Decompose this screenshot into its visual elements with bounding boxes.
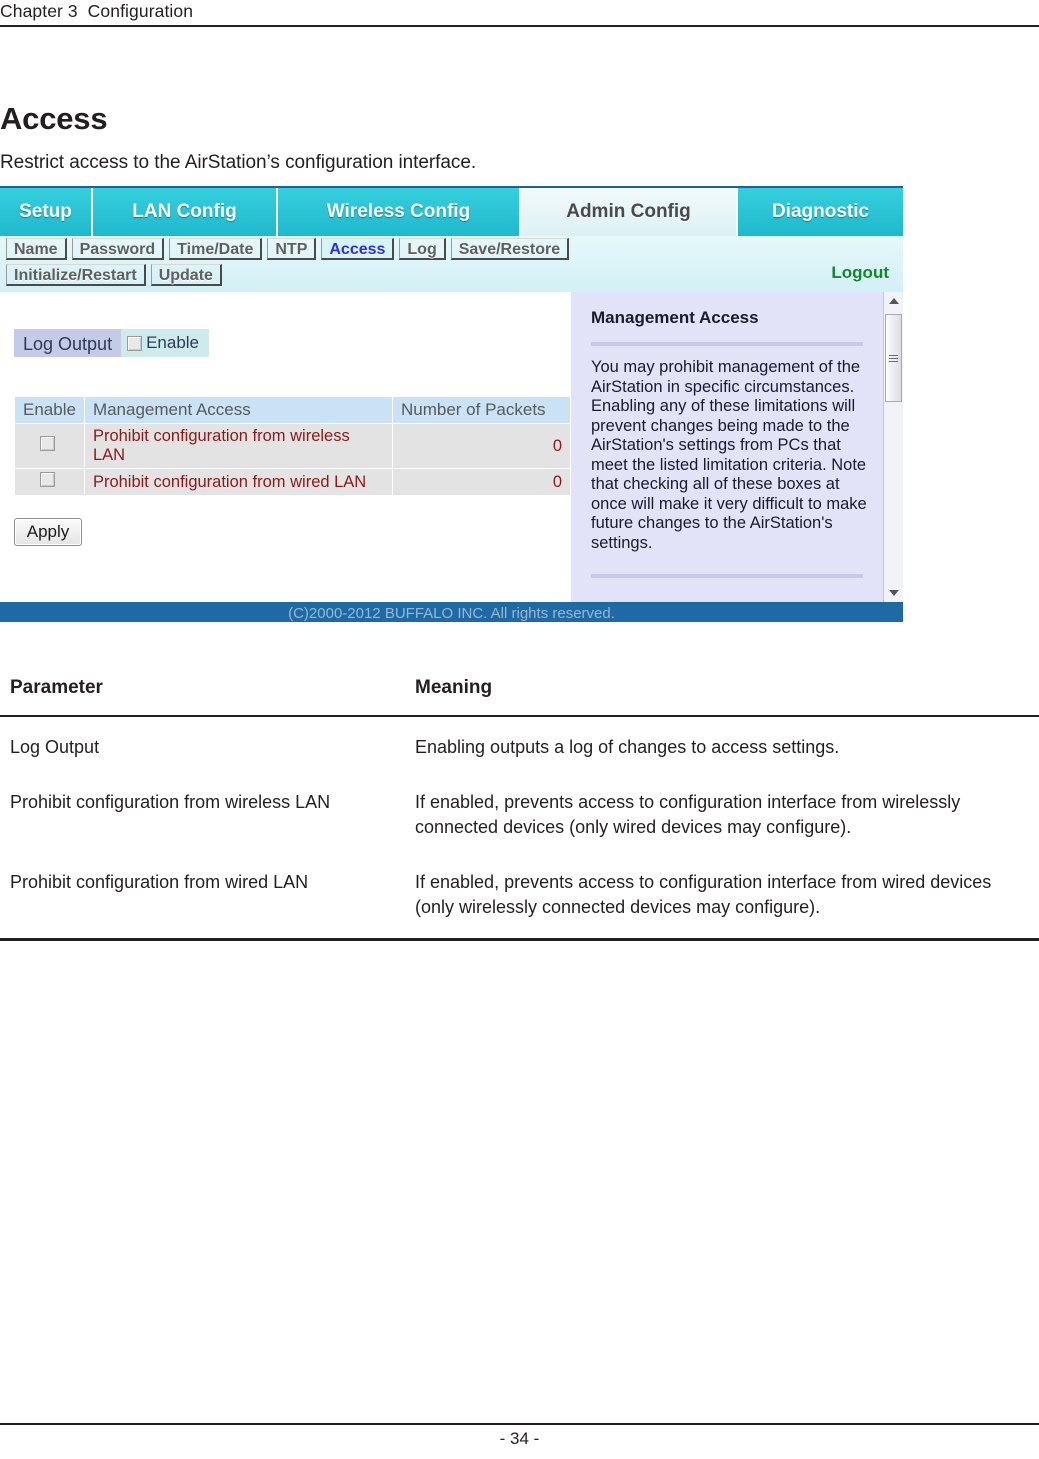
help-panel-scrollbar[interactable] [883,292,903,602]
row-enable-cell[interactable] [14,468,85,496]
log-output-row: Log Output Enable [14,329,210,357]
scroll-down-arrow-icon[interactable] [884,584,903,602]
param-table-row: Prohibit configuration from wired LAN If… [0,852,1039,941]
help-panel: Management Access You may prohibit manag… [571,292,903,602]
tab-diagnostic[interactable]: Diagnostic [738,188,903,236]
row-packets-prohibit-wired-lan: 0 [392,468,571,496]
param-column-header: Parameter [0,661,405,717]
param-meaning-prohibit-wireless-lan: If enabled, prevents access to configura… [415,792,961,837]
param-meaning-log-output: Enabling outputs a log of changes to acc… [415,737,840,757]
copyright-footer: (C)2000-2012 BUFFALO INC. All rights res… [0,602,903,622]
management-access-table: Enable Management Access Number of Packe… [14,396,571,496]
page-number: - 34 - [499,1429,540,1448]
subtab-log[interactable]: Log [399,238,446,260]
column-header-number-of-packets: Number of Packets [392,396,571,424]
log-output-checkbox[interactable] [127,335,143,351]
apply-button[interactable]: Apply [14,518,82,546]
param-table-row: Log Output Enabling outputs a log of cha… [0,716,1039,772]
settings-pane: Log Output Enable Enable Management Acce… [0,292,571,602]
help-panel-divider-top [591,342,863,346]
prohibit-wireless-lan-checkbox[interactable] [39,436,55,451]
router-ui-screenshot: Setup LAN Config Wireless Config Admin C… [0,186,903,622]
row-packets-prohibit-wireless-lan: 0 [392,423,571,469]
tab-wireless-config[interactable]: Wireless Config [278,188,521,236]
logout-link[interactable]: Logout [831,263,889,283]
param-meaning-prohibit-wired-lan: If enabled, prevents access to configura… [405,852,1039,941]
header-divider [0,25,1039,27]
section-intro-text: Restrict access to the AirStation’s conf… [0,152,477,173]
sub-tab-bar: Name Password Time/Date NTP Access Log S… [0,236,903,292]
running-header: Chapter 3 Configuration [0,0,1039,28]
param-table-row: Prohibit configuration from wireless LAN… [0,772,1039,852]
scroll-up-arrow-icon[interactable] [884,292,903,310]
help-panel-title: Management Access [591,308,759,327]
sub-tab-row-1: Name Password Time/Date NTP Access Log S… [6,238,903,264]
subtab-password[interactable]: Password [71,238,165,260]
table-row: Prohibit configuration from wired LAN 0 [14,468,571,496]
subtab-name[interactable]: Name [6,238,67,260]
param-table-header-row: Parameter Meaning [0,661,1039,717]
table-row: Prohibit configuration from wireless LAN… [14,423,571,469]
table-header-row: Enable Management Access Number of Packe… [14,396,571,424]
param-name-prohibit-wired-lan: Prohibit configuration from wired LAN [0,852,405,941]
help-panel-body: You may prohibit management of the AirSt… [591,358,867,552]
help-panel-content: Management Access You may prohibit manag… [591,308,867,553]
running-header-text: Chapter 3 Configuration [0,1,194,21]
subtab-update[interactable]: Update [150,264,222,286]
tab-admin-config[interactable]: Admin Config [521,188,738,236]
subtab-ntp[interactable]: NTP [267,238,317,260]
help-panel-divider-bottom [591,574,863,578]
row-label-prohibit-wireless-lan: Prohibit configuration from wireless LAN [83,423,394,469]
grip-icon [889,353,898,364]
router-ui-body: Log Output Enable Enable Management Acce… [0,292,903,602]
parameter-meaning-table: Parameter Meaning Log Output Enabling ou… [0,661,1039,941]
log-output-enable-label: Enable [146,333,200,352]
subtab-access[interactable]: Access [321,238,395,260]
subtab-time-date[interactable]: Time/Date [169,238,263,260]
sub-tab-row-2: Initialize/Restart Update [6,264,903,290]
footer-divider [0,1423,1039,1425]
page-title: Access [0,100,108,136]
tab-lan-config[interactable]: LAN Config [93,188,278,236]
param-name-prohibit-wireless-lan: Prohibit configuration from wireless LAN [10,792,331,812]
row-enable-cell[interactable] [14,423,85,469]
column-header-enable: Enable [14,396,85,424]
subtab-initialize-restart[interactable]: Initialize/Restart [6,264,146,286]
scrollbar-thumb[interactable] [885,314,902,402]
tab-setup[interactable]: Setup [0,188,93,236]
row-label-prohibit-wired-lan: Prohibit configuration from wired LAN [83,468,394,496]
column-header-management-access: Management Access [83,396,394,424]
main-tab-bar: Setup LAN Config Wireless Config Admin C… [0,188,903,236]
log-output-label: Log Output [14,329,122,357]
param-name-log-output: Log Output [10,737,100,757]
meaning-column-header: Meaning [405,661,1039,717]
prohibit-wired-lan-checkbox[interactable] [39,472,55,487]
subtab-save-restore[interactable]: Save/Restore [450,238,570,260]
log-output-enable-field[interactable]: Enable [121,329,210,357]
